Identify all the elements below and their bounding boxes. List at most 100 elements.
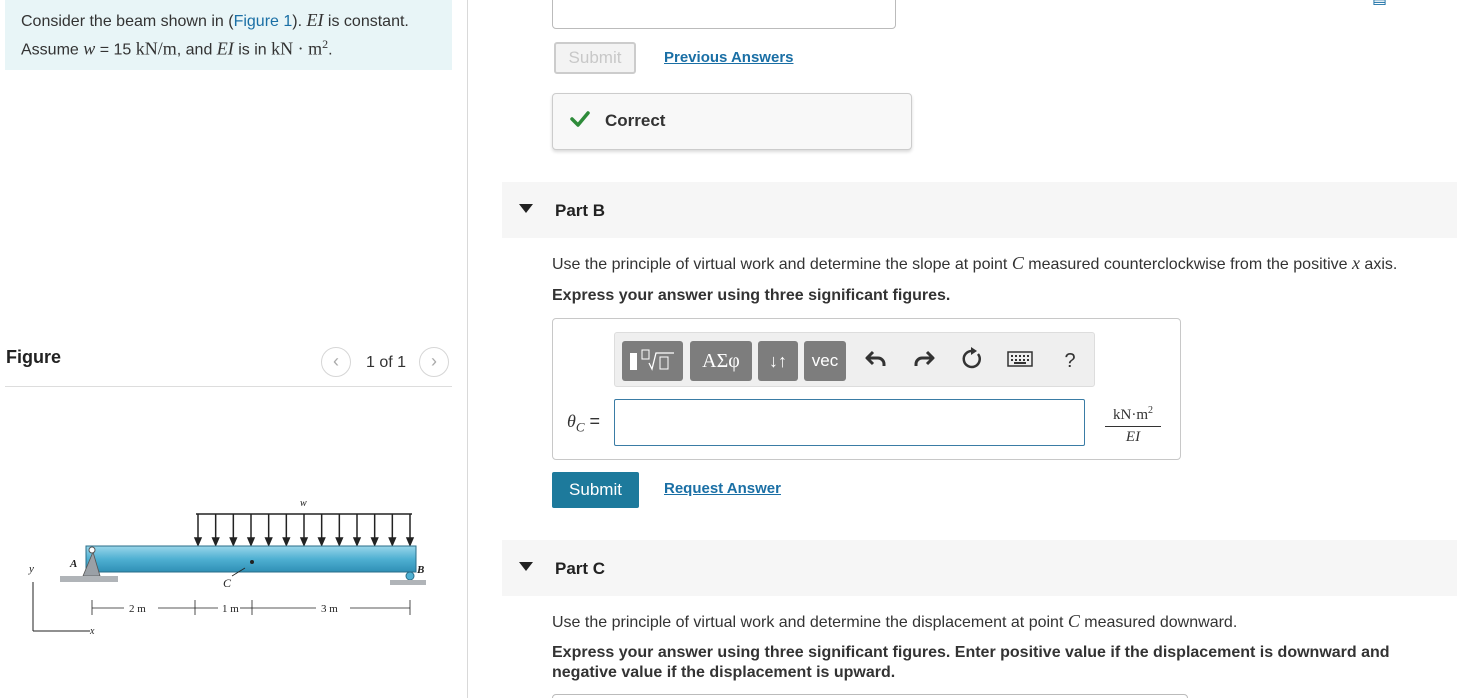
- answer-unit: kN·m2 EI: [1105, 405, 1161, 446]
- load-arrowhead: [299, 537, 309, 547]
- problem-text: Assume: [21, 41, 84, 59]
- part-c-question: Use the principle of virtual work and de…: [552, 611, 1237, 632]
- label-b: B: [416, 564, 424, 576]
- problem-text: , and: [176, 41, 217, 59]
- point-c-symbol: C: [1067, 611, 1080, 631]
- point-c-dot: [250, 560, 254, 564]
- question-text: measured counterclockwise from the posit…: [1023, 256, 1352, 273]
- answer-input[interactable]: [614, 399, 1085, 446]
- answer-panel: ΑΣφ ↓↑ vec ? θC = kN·m2 EI: [552, 318, 1181, 460]
- dim-3m: 3 m: [321, 603, 338, 615]
- dim-1m: 1 m: [222, 603, 239, 615]
- w-symbol: w: [83, 38, 96, 59]
- load-arrowhead: [370, 537, 379, 547]
- reset-icon[interactable]: [958, 347, 986, 375]
- unit-denominator: EI: [1125, 429, 1141, 445]
- part-c-title: Part C: [555, 559, 606, 578]
- vector-button[interactable]: vec: [804, 341, 846, 381]
- review-link[interactable]: ▤: [1372, 0, 1387, 8]
- part-b-question: Use the principle of virtual work and de…: [552, 253, 1397, 274]
- keyboard-icon[interactable]: [1006, 347, 1034, 375]
- load-arrowhead: [193, 537, 203, 547]
- problem-text: = 15: [95, 41, 136, 59]
- load-arrowhead: [264, 537, 273, 547]
- instructions-line-2: negative value if the displacement is up…: [552, 664, 896, 681]
- distributed-load-arrows: [193, 513, 415, 547]
- load-arrowhead: [246, 537, 256, 547]
- templates-icon: [630, 349, 674, 371]
- greek-symbols-button[interactable]: ΑΣφ: [690, 341, 752, 381]
- part-c-header[interactable]: Part C: [502, 540, 1457, 596]
- request-answer-link[interactable]: Request Answer: [664, 480, 781, 497]
- question-text: Use the principle of virtual work and de…: [552, 256, 1012, 273]
- point-c-symbol: C: [1011, 253, 1024, 273]
- load-arrowhead: [229, 537, 238, 547]
- load-arrowhead: [335, 537, 344, 547]
- part-c-instructions: Express your answer using three signific…: [552, 643, 1390, 683]
- theta-symbol: θ: [567, 411, 576, 431]
- load-arrowhead: [211, 537, 220, 547]
- problem-text: .: [328, 41, 333, 59]
- arrows-button[interactable]: ↓↑: [758, 341, 798, 381]
- label-a: A: [69, 558, 77, 570]
- load-label: w: [300, 498, 307, 509]
- part-a-answer-box: [552, 0, 896, 29]
- ei-symbol: EI: [216, 38, 234, 59]
- triangle-down-icon[interactable]: [519, 562, 533, 571]
- problem-line-1: Consider the beam shown in (Figure 1). E…: [21, 9, 436, 33]
- load-arrowhead: [405, 537, 415, 547]
- part-b-header[interactable]: Part B: [502, 182, 1457, 238]
- beam: [85, 545, 417, 573]
- problem-text: Consider the beam shown in (: [21, 13, 234, 30]
- unit-numerator-text: kN·m: [1113, 407, 1148, 423]
- templates-button[interactable]: [622, 341, 683, 381]
- panel-divider: [467, 0, 468, 698]
- label-c: C: [223, 576, 232, 590]
- chevron-left-icon[interactable]: ‹: [321, 347, 351, 377]
- unit-exponent: 2: [1148, 405, 1153, 416]
- equals-sign: =: [584, 411, 601, 431]
- redo-icon[interactable]: [910, 347, 938, 375]
- part-b-title: Part B: [555, 201, 606, 220]
- figure-link[interactable]: Figure 1: [234, 13, 293, 30]
- help-button[interactable]: ?: [1056, 347, 1084, 375]
- theta-subscript: C: [575, 419, 585, 435]
- question-text: axis.: [1359, 256, 1398, 273]
- math-toolbar: ΑΣφ ↓↑ vec ?: [614, 332, 1095, 387]
- label-x: x: [89, 626, 95, 637]
- undo-icon[interactable]: [862, 347, 890, 375]
- label-y: y: [28, 563, 34, 575]
- part-a-submit-button[interactable]: Submit: [554, 42, 636, 74]
- ei-unit: kN · m: [271, 38, 323, 59]
- triangle-down-icon[interactable]: [519, 204, 533, 213]
- beam-figure: w A B C y x 2 m 1 m 3 m: [28, 498, 426, 637]
- load-arrowhead: [388, 537, 397, 547]
- problem-text: is constant.: [323, 13, 409, 30]
- coordinate-axes: [32, 582, 90, 632]
- problem-text: is in: [233, 41, 272, 59]
- figure-divider: [5, 386, 452, 387]
- problem-text: ).: [292, 13, 307, 30]
- load-arrowhead: [352, 537, 362, 547]
- part-b-instructions: Express your answer using three signific…: [552, 287, 951, 304]
- problem-statement: Consider the beam shown in (Figure 1). E…: [5, 0, 452, 70]
- correct-label: Correct: [605, 111, 666, 130]
- problem-line-2: Assume w = 15 kN/m, and EI is in kN · m2…: [21, 33, 436, 61]
- w-unit: kN/m: [135, 38, 177, 59]
- part-c-answer-panel: [552, 694, 1188, 698]
- previous-answers-link[interactable]: Previous Answers: [664, 49, 794, 66]
- part-b-submit-button[interactable]: Submit: [552, 472, 639, 508]
- chevron-right-icon[interactable]: ›: [419, 347, 449, 377]
- figure-pager: 1 of 1: [366, 354, 407, 371]
- ei-symbol: EI: [306, 10, 324, 30]
- question-text: measured downward.: [1079, 614, 1238, 631]
- x-symbol: x: [1351, 253, 1360, 273]
- figure-title: Figure: [6, 347, 62, 367]
- answer-label: θC =: [567, 411, 600, 436]
- correct-feedback: Correct: [552, 93, 912, 150]
- check-icon: [570, 111, 590, 127]
- unit-numerator: kN·m2: [1105, 405, 1161, 427]
- load-arrowhead: [317, 537, 326, 547]
- load-arrowhead: [282, 537, 291, 547]
- question-text: Use the principle of virtual work and de…: [552, 614, 1068, 631]
